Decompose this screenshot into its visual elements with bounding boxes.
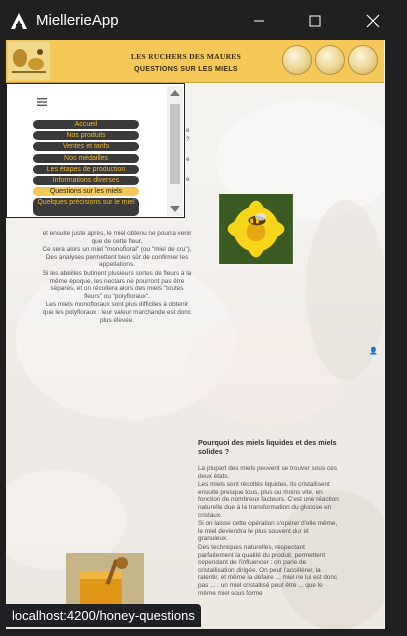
page-content[interactable]: LES RUCHERS DES MAURES QUESTIONS SUR LES…	[6, 40, 385, 629]
text-fragment: e	[186, 127, 190, 134]
bee-on-flower-image	[217, 192, 295, 266]
status-bar-url: localhost:4200/honey-questions	[6, 604, 201, 627]
app-window: MiellerieApp LES RUCHERS DES MAURES QUES…	[0, 0, 407, 636]
text-fragment: e	[186, 156, 190, 163]
nav-panel: Accueil Nos produits Ventes et tarifs No…	[6, 83, 185, 218]
paragraph: Les miels sont récoltés liquides. Ils cr…	[198, 481, 339, 519]
medal-icon	[282, 45, 312, 75]
nav-item-etapes[interactable]: Les étapes de production	[33, 164, 139, 174]
nav-menu: Accueil Nos produits Ventes et tarifs No…	[33, 120, 139, 219]
text-fragment: ?	[186, 136, 190, 143]
hamburger-icon[interactable]	[37, 98, 47, 106]
maximize-button[interactable]	[292, 6, 338, 36]
beehive-logo-icon	[8, 42, 50, 80]
scroll-up-icon[interactable]	[170, 90, 180, 96]
section1-text: et ensuite juste après, le miel obtenu n…	[42, 230, 192, 325]
nav-item-accueil[interactable]: Accueil	[33, 120, 139, 129]
section2-heading: Pourquoi des miels liquides et des miels…	[198, 438, 337, 456]
nav-item-produits[interactable]: Nos produits	[33, 131, 139, 141]
nav-item-precisions[interactable]: Quelques précisions sur le miel	[33, 198, 139, 217]
app-logo-icon	[11, 13, 27, 29]
nav-item-medailles[interactable]: Nos médailles	[33, 153, 139, 163]
minimize-button[interactable]	[236, 6, 282, 36]
close-button[interactable]	[350, 6, 396, 36]
maximize-icon	[309, 15, 321, 27]
paragraph: La plupart des miels peuvent se trouver …	[198, 465, 337, 480]
nav-scroll-thumb[interactable]	[170, 104, 180, 184]
user-icon: 👤	[369, 348, 378, 355]
page-scrollbar[interactable]	[384, 40, 385, 629]
text-fragment: e	[186, 176, 190, 183]
paragraph: Des techniques naturelles, respectant pa…	[198, 543, 338, 597]
paragraph: Si les abeilles butinent plusieurs sorte…	[42, 269, 192, 300]
nav-item-informations[interactable]: Informations diverses	[33, 175, 139, 185]
paragraph: et ensuite juste après, le miel obtenu n…	[42, 230, 192, 245]
paragraph: Si on laisse cette opération s'opérer d'…	[198, 520, 338, 543]
window-title: MiellerieApp	[36, 12, 119, 29]
paragraph: Les miels monofloraux sont plus difficil…	[42, 301, 192, 324]
nav-scrollbar[interactable]	[167, 86, 183, 216]
medal-icon	[315, 45, 345, 75]
banner-title: LES RUCHERS DES MAURES	[130, 52, 242, 61]
close-icon	[366, 14, 380, 28]
header-banner: LES RUCHERS DES MAURES QUESTIONS SUR LES…	[6, 40, 385, 83]
nav-item-questions[interactable]: Questions sur les miels	[33, 187, 139, 197]
banner-subtitle: QUESTIONS SUR LES MIELS	[134, 66, 238, 73]
section2-text: La plupart des miels peuvent se trouver …	[198, 465, 340, 598]
nav-item-ventes[interactable]: Ventes et tarifs	[33, 142, 139, 152]
title-bar: MiellerieApp	[0, 0, 407, 40]
scroll-down-icon[interactable]	[170, 206, 180, 212]
medal-icon	[348, 45, 378, 75]
minimize-icon	[254, 20, 264, 22]
paragraph: Ce sera alors un miel "monofloral" (ou "…	[42, 246, 192, 269]
